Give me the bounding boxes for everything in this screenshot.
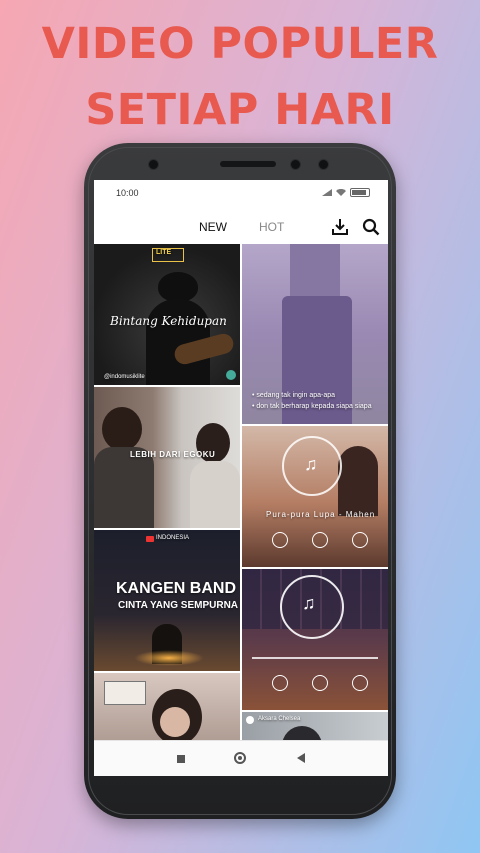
sensor-icon	[318, 159, 329, 170]
cassette-icon	[104, 681, 146, 705]
play-icon	[246, 716, 254, 724]
video-thumbnail-aksara[interactable]: Aksara Chelsea	[242, 712, 388, 740]
music-icon	[226, 370, 236, 380]
video-feed: LITE Bintang Kehidupan @indomusiklite LE…	[94, 244, 388, 740]
next-icon	[352, 532, 368, 548]
status-time: 10:00	[116, 188, 139, 198]
battery-icon	[350, 188, 370, 197]
script-title: Bintang Kehidupan	[110, 314, 227, 328]
video-thumbnail-cassette[interactable]	[94, 673, 240, 740]
channel-handle: @indomusiklite	[104, 374, 145, 380]
song-title: CINTA YANG SEMPURNA	[118, 600, 239, 611]
phone-frame: 10:00 NEW HOT LITE Bintang Kehidupan @in…	[84, 143, 396, 819]
phone-speaker	[220, 161, 276, 167]
download-icon[interactable]	[329, 216, 351, 238]
prev-icon	[272, 675, 288, 691]
system-nav-bar	[94, 740, 388, 776]
video-thumbnail-music-room[interactable]: ♫	[242, 569, 388, 710]
sensor-icon	[290, 159, 301, 170]
band-title: KANGEN BAND	[116, 580, 236, 597]
video-thumbnail-lebih-dari-egoku[interactable]: LEBIH DARI EGOKU	[94, 387, 240, 528]
search-icon[interactable]	[360, 216, 382, 238]
status-bar: 10:00	[94, 180, 388, 210]
lyric-line-1: • sedang tak ingin apa-apa	[252, 392, 336, 399]
front-camera-icon	[148, 159, 159, 170]
video-thumbnail-purple-girl[interactable]: • sedang tak ingin apa-apa • don tak ber…	[242, 244, 388, 424]
next-icon	[352, 675, 368, 691]
app-bar: NEW HOT	[94, 210, 388, 244]
lyric-line-2: • don tak berharap kepada siapa siapa	[252, 403, 372, 410]
tab-new[interactable]: NEW	[199, 220, 227, 234]
wifi-icon	[336, 189, 346, 196]
pause-icon	[312, 675, 328, 691]
song-caption: Pura-pura Lupa - Mahen	[266, 510, 376, 519]
video-thumbnail-bintang-kehidupan[interactable]: LITE Bintang Kehidupan @indomusiklite	[94, 244, 240, 385]
video-caption: Aksara Chelsea	[258, 716, 301, 722]
tab-hot[interactable]: HOT	[259, 220, 284, 234]
video-title: LEBIH DARI EGOKU	[130, 450, 216, 459]
app-screen: 10:00 NEW HOT LITE Bintang Kehidupan @in…	[94, 180, 388, 776]
pause-icon	[312, 532, 328, 548]
status-icons	[322, 188, 370, 197]
video-thumbnail-kangen-band[interactable]: INDONESIA KANGEN BAND CINTA YANG SEMPURN…	[94, 530, 240, 671]
promo-headline-line2: SETIAP HARI	[85, 85, 395, 135]
lite-badge: LITE	[156, 249, 172, 256]
signal-icon	[322, 189, 332, 196]
back-icon[interactable]	[297, 753, 305, 763]
promo-headline-line1: VIDEO POPULER	[41, 19, 439, 69]
video-thumbnail-pura-pura-lupa[interactable]: ♫ Pura-pura Lupa - Mahen	[242, 426, 388, 567]
home-icon[interactable]	[234, 752, 246, 764]
prev-icon	[272, 532, 288, 548]
channel-label: INDONESIA	[156, 535, 190, 541]
recent-apps-icon[interactable]	[177, 755, 185, 763]
